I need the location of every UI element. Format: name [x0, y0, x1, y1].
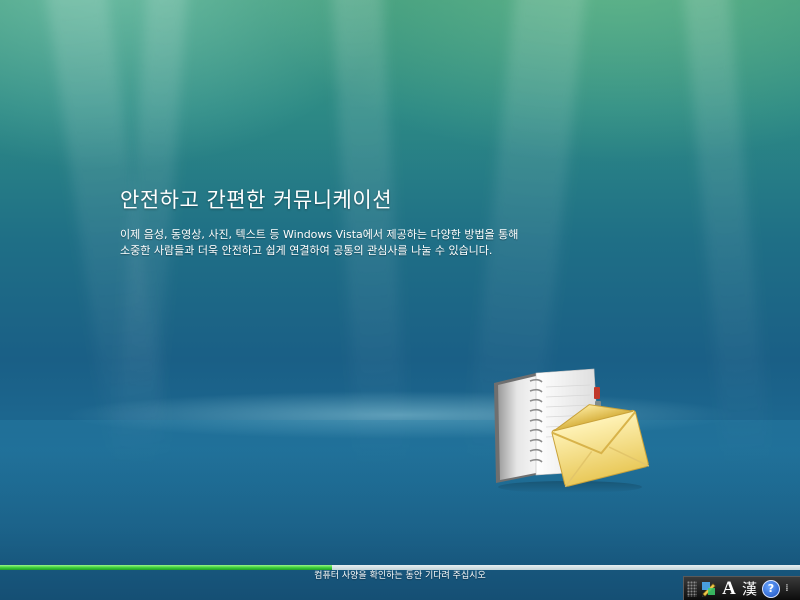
floor-reflection: [0, 420, 800, 570]
help-icon[interactable]: ?: [762, 579, 780, 598]
slide-description: 이제 음성, 동영상, 사진, 텍스트 등 Windows Vista에서 제공…: [120, 228, 519, 257]
ime-pad-icon[interactable]: [700, 579, 718, 599]
notebook-envelope-icon: [494, 368, 650, 493]
input-mode-button[interactable]: A: [721, 578, 737, 599]
options-arrow-icon[interactable]: ⁞: [783, 579, 791, 599]
grip-icon[interactable]: [687, 580, 697, 597]
setup-screen: 안전하고 간편한 커뮤니케이션 이제 음성, 동영상, 사진, 텍스트 등 Wi…: [0, 0, 800, 600]
language-bar: A 漢 ? ⁞: [683, 576, 800, 600]
slide-heading: 안전하고 간편한 커뮤니케이션: [120, 188, 393, 212]
hanja-mode-button[interactable]: 漢: [740, 579, 759, 599]
status-text: 컴퓨터 사양을 확인하는 동안 기다려 주십시오: [314, 571, 486, 581]
help-button-wrap: ?: [762, 579, 780, 599]
